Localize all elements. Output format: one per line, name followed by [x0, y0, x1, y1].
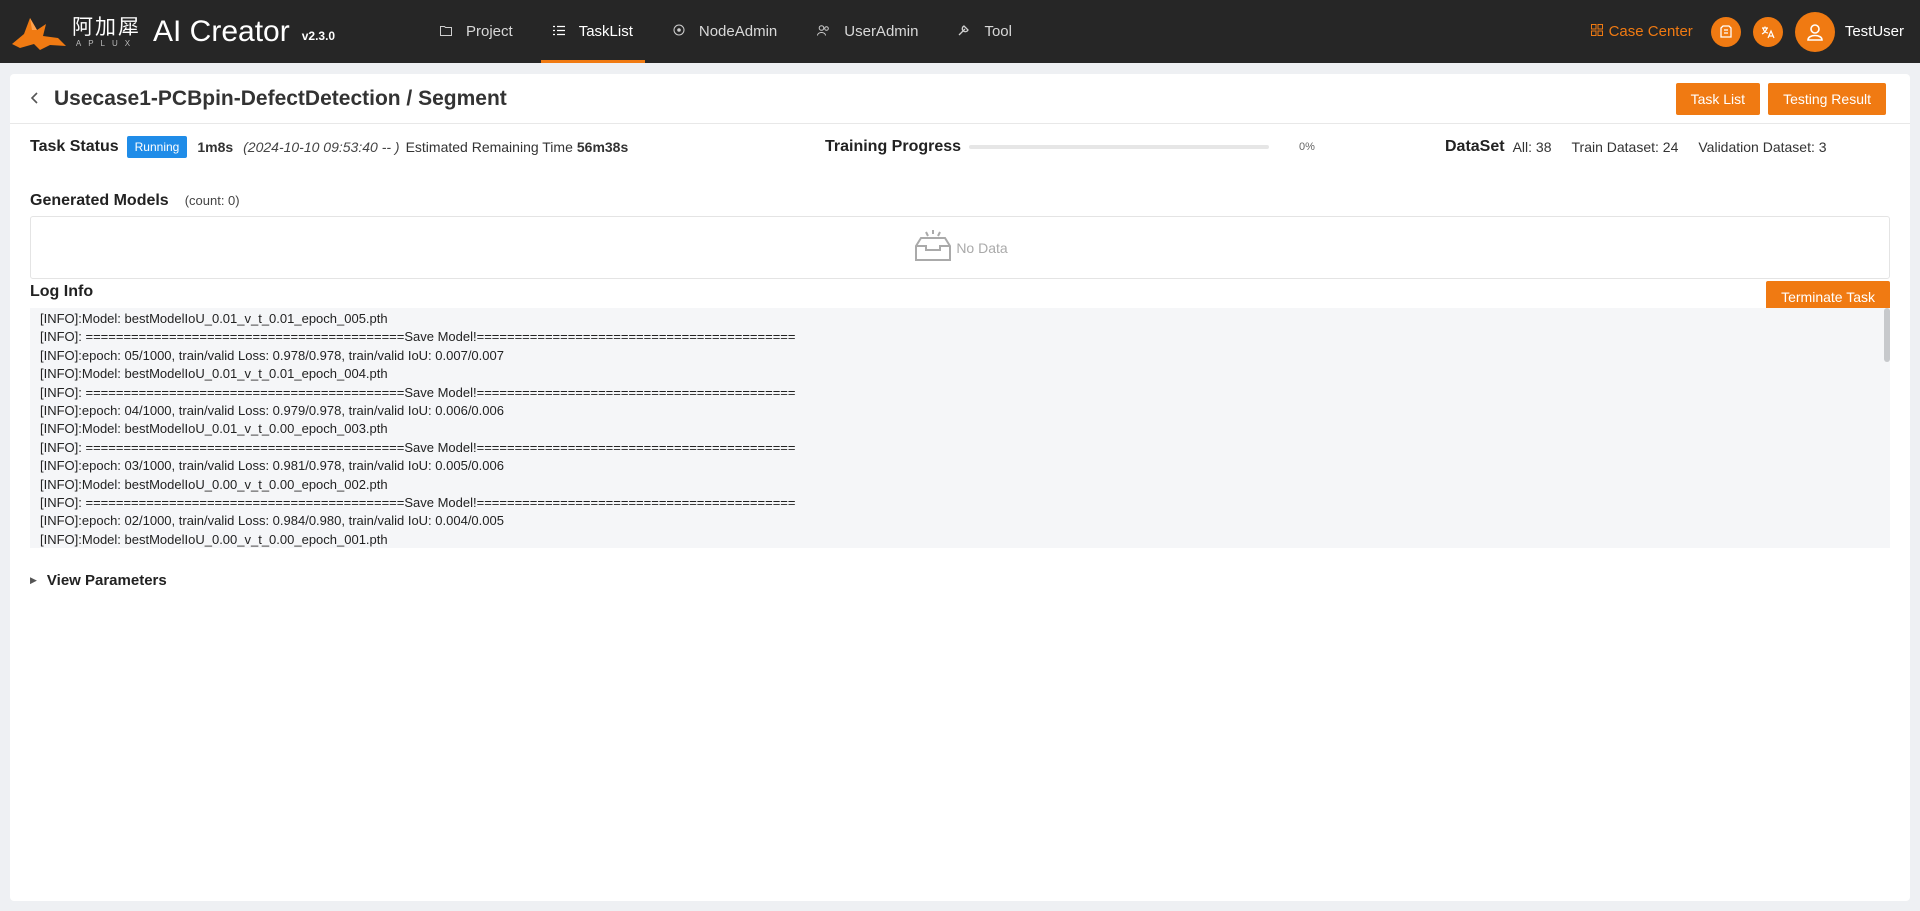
- theme-button[interactable]: [1710, 16, 1741, 47]
- generated-models-header: Generated Models (count: 0): [30, 192, 240, 210]
- nav-item-label: NodeAdmin: [698, 23, 778, 40]
- nav-item-tool[interactable]: Tool: [938, 0, 1032, 63]
- task-status-label: Task Status: [30, 138, 119, 155]
- username[interactable]: TestUser: [1845, 23, 1904, 40]
- view-parameters-label: View Parameters: [46, 572, 167, 589]
- theme-icon: [1720, 24, 1732, 38]
- models-count: (count: 0): [184, 193, 240, 208]
- start-time: (2024-10-10 09:53:40 -- ): [243, 139, 400, 155]
- nav-item-label: Project: [466, 23, 513, 40]
- nav-item-label: TaskList: [578, 23, 633, 40]
- log-line: [INFO]:Model: bestModelIoU_0.00_v_t_0.00…: [40, 476, 388, 492]
- nav-item-label: UserAdmin: [844, 23, 919, 40]
- case-center-link[interactable]: Case Center: [1590, 23, 1693, 40]
- user-icon: [1807, 23, 1823, 41]
- elapsed-time: 1m8s: [197, 139, 234, 155]
- log-line: [INFO]:epoch: 03/1000, train/valid Loss:…: [40, 458, 504, 474]
- log-line: [INFO]:epoch: 02/1000, train/valid Loss:…: [40, 513, 504, 529]
- brand[interactable]: 阿加犀 APLUX AI Creator v2.3.0: [10, 12, 410, 52]
- folder-icon: [440, 25, 452, 39]
- progress-bar: [969, 145, 1270, 149]
- log-line: [INFO]:Model: bestModelIoU_0.01_v_t_0.01…: [40, 311, 388, 326]
- dataset-validation: Validation Dataset: 3: [1698, 139, 1827, 155]
- log-scroll-thumb[interactable]: [1884, 308, 1890, 362]
- empty-tray-icon: [912, 228, 954, 267]
- view-parameters-toggle[interactable]: ▶ View Parameters: [30, 572, 167, 589]
- nav-item-label: Tool: [984, 23, 1012, 40]
- task-list-button[interactable]: Task List: [1675, 82, 1761, 115]
- app-version: v2.3.0: [301, 28, 336, 43]
- dataset-label: DataSet: [1445, 138, 1505, 155]
- brand-wordmark: 阿加犀 APLUX: [72, 15, 141, 48]
- users-icon: [817, 24, 830, 39]
- progress-percent: 0%: [1299, 141, 1315, 153]
- language-button[interactable]: [1752, 16, 1783, 47]
- nav-item-useradmin[interactable]: UserAdmin: [797, 0, 938, 63]
- back-icon[interactable]: [30, 88, 40, 109]
- log-line: [INFO]:epoch: 04/1000, train/valid Loss:…: [40, 403, 504, 419]
- training-progress-label: Training Progress: [825, 138, 962, 155]
- node-icon: [673, 24, 685, 39]
- dataset-train: Train Dataset: 24: [1571, 139, 1679, 155]
- caret-right-icon: ▶: [30, 575, 37, 585]
- log-line: [INFO]: ================================…: [40, 439, 796, 455]
- list-icon: [552, 25, 565, 39]
- status-row: Task Status Running 1m8s (2024-10-10 09:…: [30, 132, 1890, 162]
- log-info-title: Log Info: [30, 283, 94, 300]
- tool-icon: [958, 24, 970, 39]
- top-right-actions: Case Center TestUser: [1590, 11, 1904, 52]
- nav-item-nodeadmin[interactable]: NodeAdmin: [653, 0, 797, 63]
- dataset-summary: DataSet All: 38 Train Dataset: 24 Valida…: [1445, 138, 1827, 156]
- log-line: [INFO]:Model: bestModelIoU_0.01_v_t_0.01…: [40, 366, 388, 382]
- brand-en-name: APLUX: [75, 39, 138, 48]
- log-line: [INFO]:Model: bestModelIoU_0.01_v_t_0.00…: [40, 421, 388, 437]
- remaining-time-label: Estimated Remaining Time: [405, 139, 573, 155]
- remaining-time: 56m38s: [576, 139, 629, 155]
- main-nav: Project TaskList NodeAdmin UserAdmin Too…: [420, 0, 1032, 63]
- log-line: [INFO]: ================================…: [40, 384, 796, 400]
- nav-item-tasklist[interactable]: TaskList: [533, 0, 653, 63]
- log-line: [INFO]: ================================…: [40, 329, 796, 345]
- avatar[interactable]: [1794, 11, 1835, 52]
- log-line: [INFO]: ================================…: [40, 495, 796, 511]
- empty-text: No Data: [956, 239, 1008, 256]
- nav-item-project[interactable]: Project: [420, 0, 533, 63]
- testing-result-button[interactable]: Testing Result: [1768, 82, 1886, 115]
- log-line: [INFO]:epoch: 05/1000, train/valid Loss:…: [40, 347, 504, 363]
- aplux-logo-icon: [12, 17, 66, 50]
- brand-cn-name: 阿加犀: [72, 15, 141, 39]
- log-scrollbar[interactable]: [1884, 308, 1890, 548]
- task-detail-card: Usecase1-PCBpin-DefectDetection / Segmen…: [10, 74, 1910, 901]
- translate-icon: [1761, 26, 1775, 38]
- case-center-label: Case Center: [1608, 23, 1693, 40]
- log-console[interactable]: [INFO]:Model: bestModelIoU_0.01_v_t_0.01…: [30, 308, 1890, 548]
- app-title: AI Creator: [153, 14, 290, 48]
- log-line: [INFO]:Model: bestModelIoU_0.00_v_t_0.00…: [40, 531, 388, 547]
- training-progress: Training Progress 0%: [825, 138, 1315, 156]
- models-empty-state: No Data: [30, 216, 1890, 279]
- dataset-all: All: 38: [1512, 139, 1552, 155]
- log-header: Log Info Terminate Task: [30, 272, 1890, 313]
- status-badge: Running: [126, 136, 188, 158]
- generated-models-title: Generated Models: [30, 192, 169, 209]
- card-header: Usecase1-PCBpin-DefectDetection / Segmen…: [10, 74, 1910, 124]
- page-title: Usecase1-PCBpin-DefectDetection / Segmen…: [54, 86, 507, 110]
- grid-icon: [1590, 24, 1603, 39]
- header-actions: Task List Testing Result: [1668, 82, 1886, 115]
- top-navbar: 阿加犀 APLUX AI Creator v2.3.0 Project Task…: [0, 0, 1920, 63]
